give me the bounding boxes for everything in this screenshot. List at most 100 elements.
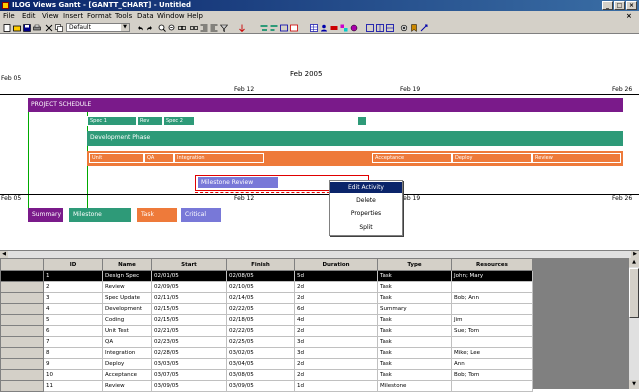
- table-cell-id[interactable]: 9: [43, 358, 103, 370]
- testing-segment[interactable]: QA: [144, 153, 174, 163]
- table-cell-finish[interactable]: 03/09/05: [226, 380, 295, 392]
- calendar-icon[interactable]: [290, 24, 298, 32]
- scroll-down-icon[interactable]: ▼: [629, 380, 639, 389]
- table-cell-resources[interactable]: Bob; Tom: [451, 369, 533, 381]
- table-cell-type[interactable]: Task: [377, 358, 452, 370]
- table-row[interactable]: 9 Deploy 03/03/05 03/04/05 2d Task Ann: [0, 358, 533, 370]
- row-header[interactable]: [0, 281, 44, 293]
- context-menu-item[interactable]: Edit Activity: [330, 182, 402, 193]
- menu-tools[interactable]: Tools: [115, 11, 132, 22]
- chart-icon[interactable]: [260, 24, 268, 32]
- table-cell-duration[interactable]: 5d: [294, 270, 378, 282]
- save-icon[interactable]: [23, 24, 31, 32]
- link-icon[interactable]: [178, 24, 186, 32]
- column-header[interactable]: Name: [102, 258, 152, 271]
- settings-icon[interactable]: [400, 24, 408, 32]
- print-icon[interactable]: [33, 24, 41, 32]
- table-row[interactable]: 3 Spec Update 02/11/05 02/14/05 2d Task Bob; A…: [0, 292, 533, 304]
- testing-segment[interactable]: Integration: [174, 153, 264, 163]
- table-row[interactable]: 2 Review 02/09/05 02/10/05 2d Task: [0, 281, 533, 293]
- menu-window[interactable]: Window: [157, 11, 185, 22]
- table-cell-duration[interactable]: 2d: [294, 281, 378, 293]
- table-cell-resources[interactable]: John; Mary: [451, 270, 533, 282]
- table-cell-name[interactable]: Review: [102, 380, 152, 392]
- table-cell-type[interactable]: Task: [377, 281, 452, 293]
- bookmark-icon[interactable]: [410, 24, 418, 32]
- table-cell-resources[interactable]: Ann: [451, 358, 533, 370]
- table-cell-start[interactable]: 02/15/05: [151, 303, 227, 315]
- table-cell-type[interactable]: Task: [377, 347, 452, 359]
- table-cell-id[interactable]: 6: [43, 325, 103, 337]
- table-cell-id[interactable]: 10: [43, 369, 103, 381]
- scroll-right-icon[interactable]: ▶: [631, 251, 639, 258]
- filter-icon[interactable]: [220, 24, 228, 32]
- row-header[interactable]: [0, 270, 44, 282]
- testing-bar[interactable]: Unit QA Integration Acceptance Deploy Re…: [87, 151, 623, 166]
- unlink-icon[interactable]: [190, 24, 198, 32]
- column-header[interactable]: Duration: [294, 258, 378, 271]
- new-icon[interactable]: [3, 24, 11, 32]
- table-cell-duration[interactable]: 2d: [294, 358, 378, 370]
- table-cell-type[interactable]: Task: [377, 325, 452, 337]
- table-cell-duration[interactable]: 3d: [294, 347, 378, 359]
- table-cell-start[interactable]: 03/07/05: [151, 369, 227, 381]
- redo-icon[interactable]: [146, 24, 154, 32]
- view-select[interactable]: Default ▼: [66, 23, 130, 32]
- table-cell-name[interactable]: Integration: [102, 347, 152, 359]
- table-cell-name[interactable]: Unit Test: [102, 325, 152, 337]
- cut-icon[interactable]: [45, 24, 53, 32]
- column-header[interactable]: Start: [151, 258, 227, 271]
- row-header[interactable]: [0, 369, 44, 381]
- table-cell-resources[interactable]: Mike; Lee: [451, 347, 533, 359]
- help-icon[interactable]: [420, 24, 428, 32]
- context-menu-item[interactable]: Delete: [330, 195, 402, 206]
- table-cell-type[interactable]: Task: [377, 292, 452, 304]
- table-cell-type[interactable]: Task: [377, 314, 452, 326]
- mdi-close-icon[interactable]: ×: [626, 11, 632, 22]
- table-cell-duration[interactable]: 1d: [294, 380, 378, 392]
- selected-activity-bar[interactable]: Milestone Review: [198, 177, 278, 188]
- column-header[interactable]: Finish: [226, 258, 295, 271]
- menu-file[interactable]: File: [3, 11, 15, 22]
- table-cell-finish[interactable]: 02/25/05: [226, 336, 295, 348]
- indent-icon[interactable]: [200, 24, 208, 32]
- table-cell-duration[interactable]: 2d: [294, 325, 378, 337]
- table-row[interactable]: 7 QA 02/23/05 02/25/05 3d Task: [0, 336, 533, 348]
- testing-segment[interactable]: Unit: [89, 153, 144, 163]
- testing-segment[interactable]: Review: [532, 153, 621, 163]
- table-cell-finish[interactable]: 02/18/05: [226, 314, 295, 326]
- context-menu-item[interactable]: Properties: [330, 208, 402, 219]
- column-header[interactable]: Type: [377, 258, 452, 271]
- row-header[interactable]: [0, 292, 44, 304]
- table-cell-id[interactable]: 3: [43, 292, 103, 304]
- scroll-thumb[interactable]: [629, 268, 639, 318]
- table-cell-resources[interactable]: Bob; Ann: [451, 292, 533, 304]
- table-cell-name[interactable]: QA: [102, 336, 152, 348]
- table-cell-name[interactable]: Design Spec: [102, 270, 152, 282]
- table-row[interactable]: 8 Integration 02/28/05 03/02/05 3d Task Mike; …: [0, 347, 533, 359]
- table-cell-start[interactable]: 02/11/05: [151, 292, 227, 304]
- table-cell-type[interactable]: Task: [377, 270, 452, 282]
- constraint-icon[interactable]: [330, 24, 338, 32]
- milestone-icon[interactable]: [270, 24, 278, 32]
- zoom-in-icon[interactable]: [158, 24, 166, 32]
- table-cell-id[interactable]: 2: [43, 281, 103, 293]
- table-cell-finish[interactable]: 03/08/05: [226, 369, 295, 381]
- minimize-button[interactable]: _: [602, 1, 613, 10]
- table-cell-resources[interactable]: Sue; Tom: [451, 325, 533, 337]
- testing-segment[interactable]: Deploy: [452, 153, 532, 163]
- design-row[interactable]: Spec 1 Rev Spec 2: [87, 114, 195, 128]
- column-header[interactable]: ID: [43, 258, 103, 271]
- table-cell-id[interactable]: 4: [43, 303, 103, 315]
- outdent-icon[interactable]: [210, 24, 218, 32]
- table-cell-finish[interactable]: 02/10/05: [226, 281, 295, 293]
- menu-edit[interactable]: Edit: [22, 11, 36, 22]
- table-cell-name[interactable]: Deploy: [102, 358, 152, 370]
- row-header[interactable]: [0, 336, 44, 348]
- table-row[interactable]: 10 Acceptance 03/07/05 03/08/05 2d Task Bob; T…: [0, 369, 533, 381]
- table-row[interactable]: 4 Development 02/15/05 02/22/05 6d Summary: [0, 303, 533, 315]
- gantt-pane[interactable]: Feb 2005 Feb 05 Feb 12 Feb 19 Feb 26 PRO…: [0, 34, 639, 260]
- row-header[interactable]: [0, 347, 44, 359]
- table-cell-name[interactable]: Coding: [102, 314, 152, 326]
- design-milestone[interactable]: [357, 116, 367, 126]
